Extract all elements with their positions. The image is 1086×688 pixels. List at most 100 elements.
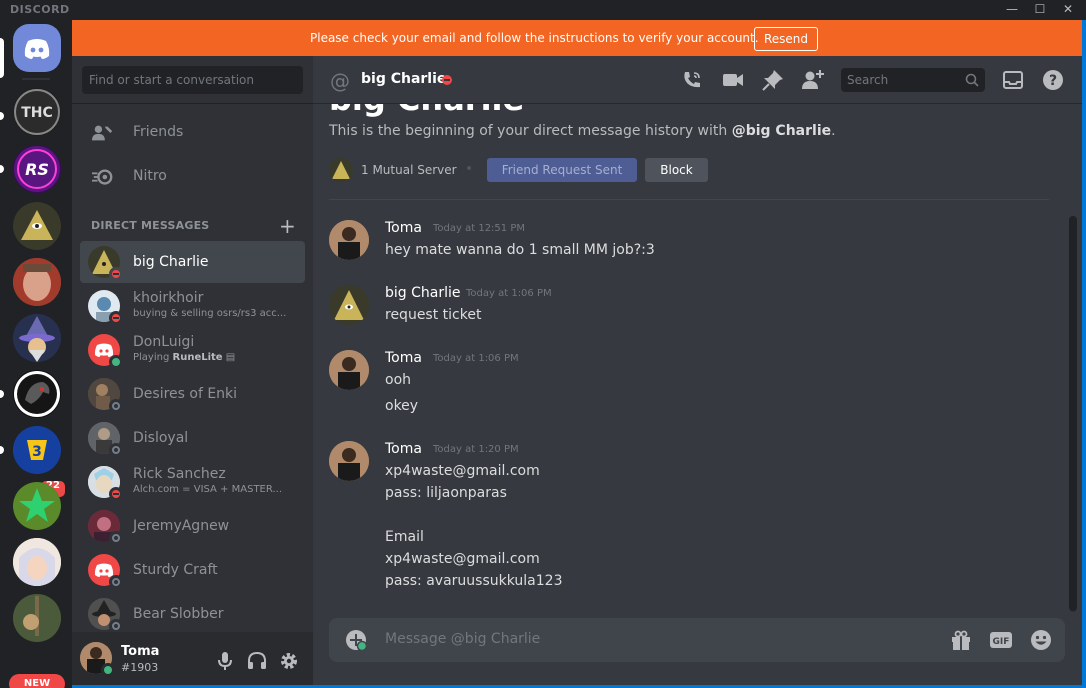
message-search-input[interactable]: Search [841,68,985,92]
find-conversation-input[interactable]: Find or start a conversation [82,66,303,94]
dm-search-bar: Find or start a conversation [72,56,313,104]
voice-call-icon[interactable] [680,68,704,92]
pin-icon[interactable] [761,68,785,92]
nitro-icon [92,169,113,185]
headphones-icon[interactable] [246,650,268,672]
server-icon-green-star[interactable] [13,482,61,530]
message-timestamp: Today at 1:06 PM [466,288,552,299]
at-icon: @ [330,69,350,93]
message-text: xp4waste@gmail.com [385,551,540,567]
dm-recipient-name[interactable]: big Charlie [361,71,446,87]
selected-pill [0,38,4,78]
rail-divider [22,78,50,80]
chat-header: @ big Charlie Search ? [313,56,1082,104]
close-icon[interactable]: ✕ [1054,0,1082,20]
dm-item-bear-slobber[interactable]: Bear Slobber [80,593,305,635]
message-avatar[interactable] [329,350,369,390]
friend-request-sent-button[interactable]: Friend Request Sent [487,158,637,182]
maximize-icon[interactable]: ☐ [1026,0,1054,20]
dm-name: JeremyAgnew [133,518,230,534]
gift-icon[interactable] [949,628,973,652]
add-friends-to-dm-icon[interactable] [801,68,825,92]
dm-name: DonLuigi [133,334,195,350]
gif-icon[interactable]: GIF [989,628,1013,652]
server-icon-yellow-emblem[interactable]: 3 [13,426,61,474]
discord-logo-icon [24,39,50,59]
scrollbar-thumb[interactable] [1069,216,1077,611]
block-button[interactable]: Block [645,158,708,182]
title-bar: DISCORD — ☐ ✕ [0,0,1086,20]
nav-friends[interactable]: Friends [80,112,305,154]
intro-divider [329,199,1049,200]
dm-item-disloyal[interactable]: Disloyal [80,417,305,459]
dm-custom-status: buying & selling osrs/rs3 acc... [133,308,287,319]
mutual-servers-link[interactable]: 1 Mutual Server [361,163,457,177]
inbox-icon[interactable] [1001,68,1025,92]
message-author[interactable]: big Charlie [385,285,461,301]
server-icon-anime[interactable] [13,538,61,586]
minimize-icon[interactable]: — [998,0,1026,20]
dm-name: Rick Sanchez [133,466,226,482]
svg-text:?: ? [1049,73,1057,89]
offline-status-icon [109,399,123,413]
dm-custom-status: Alch.com = VISA + MASTER... [133,484,282,495]
emblem-logo-icon: 3 [13,426,61,474]
intro-suffix: . [831,123,836,139]
warrior-avatar-icon [13,594,61,642]
message-avatar[interactable] [329,220,369,260]
dnd-status-icon [109,267,123,281]
server-icon-pyramid[interactable] [13,202,61,250]
dnd-status-icon [109,311,123,325]
search-placeholder: Search [847,73,889,87]
activity-game: RuneLite [172,352,223,363]
unread-pill [0,165,4,173]
server-icon-rs[interactable]: RS [13,145,61,193]
dm-item-desires-of-enki[interactable]: Desires of Enki [80,373,305,415]
thc-logo-icon: THC [14,89,60,135]
dm-item-big-charlie[interactable]: big Charlie [80,241,305,283]
dm-item-sturdy-craft[interactable]: Sturdy Craft [80,549,305,591]
chat-scrollbar[interactable] [1069,216,1077,612]
friends-icon [92,125,113,141]
dm-item-donluigi[interactable]: DonLuigi Playing RuneLite ▤ [80,329,305,371]
microphone-icon[interactable] [214,650,236,672]
dm-item-khoirkhoir[interactable]: khoirkhoir buying & selling osrs/rs3 acc… [80,285,305,327]
nav-nitro[interactable]: Nitro [80,156,305,198]
dragon-logo-icon [14,371,60,417]
intro-mention: @big Charlie [731,123,832,139]
resend-button[interactable]: Resend [754,27,818,51]
emoji-icon[interactable] [1029,628,1053,652]
message-composer: Message @big Charlie GIF [329,618,1065,662]
toma-avatar-icon [329,220,369,260]
online-status-icon [109,355,123,369]
server-icon-thc[interactable]: THC [13,88,61,136]
window-border-right [1082,20,1086,688]
message-author[interactable]: Toma [385,350,422,366]
home-button[interactable] [13,24,61,72]
plus-icon[interactable]: + [279,214,296,238]
banner-message: Please check your email and follow the i… [310,31,759,45]
message-author[interactable]: Toma [385,441,422,457]
gear-icon[interactable] [278,650,300,672]
dm-sidebar: Find or start a conversation Friends Nit… [72,56,313,688]
message-input[interactable]: Message @big Charlie [385,631,540,647]
upload-plus-icon[interactable] [345,629,367,651]
server-icon-face[interactable] [13,258,61,306]
offline-status-icon [109,619,123,633]
dm-name: Disloyal [133,430,189,446]
message-author[interactable]: Toma [385,220,422,236]
message-avatar[interactable] [329,285,369,325]
dm-item-jeremyagnew[interactable]: JeremyAgnew [80,505,305,547]
new-button[interactable]: NEW [9,674,65,688]
help-icon[interactable]: ? [1041,68,1065,92]
online-status-icon [101,663,115,677]
offline-status-icon [109,531,123,545]
message-avatar[interactable] [329,441,369,481]
dm-item-rick-sanchez[interactable]: Rick Sanchez Alch.com = VISA + MASTER... [80,461,305,503]
server-icon-dragon[interactable] [13,370,61,418]
server-icon-wizard[interactable] [13,314,61,362]
green-star-logo-icon [13,482,61,530]
message-timestamp: Today at 1:06 PM [433,353,519,364]
video-call-icon[interactable] [721,68,745,92]
server-icon-warrior[interactable] [13,594,61,642]
